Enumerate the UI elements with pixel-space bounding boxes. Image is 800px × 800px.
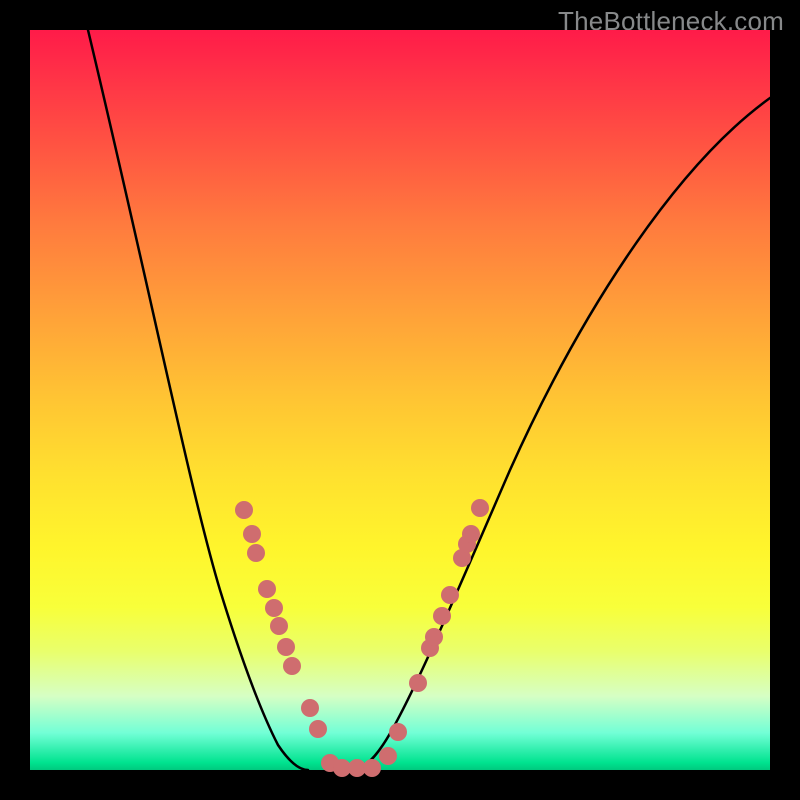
curve-left [88, 30, 308, 770]
data-point-dot [441, 586, 459, 604]
data-point-dot [270, 617, 288, 635]
data-point-dot [462, 525, 480, 543]
stage: TheBottleneck.com [0, 0, 800, 800]
data-point-dot [301, 699, 319, 717]
data-point-dot [277, 638, 295, 656]
data-point-dot [433, 607, 451, 625]
data-point-dot [471, 499, 489, 517]
data-point-dot [425, 628, 443, 646]
curve-right [352, 98, 770, 770]
curve-layer [30, 30, 770, 770]
data-point-dot [389, 723, 407, 741]
data-point-dot [258, 580, 276, 598]
data-point-dot [235, 501, 253, 519]
data-point-dot [265, 599, 283, 617]
data-point-dot [409, 674, 427, 692]
data-point-dot [247, 544, 265, 562]
data-point-dot [243, 525, 261, 543]
data-point-dot [283, 657, 301, 675]
data-point-dot [309, 720, 327, 738]
data-point-dot [363, 759, 381, 777]
data-point-dot [379, 747, 397, 765]
